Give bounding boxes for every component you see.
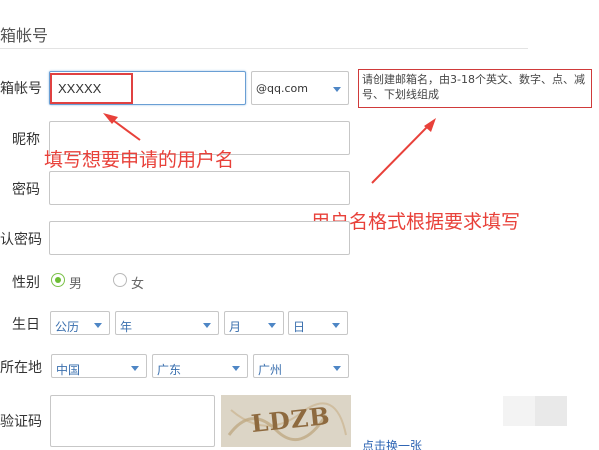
decorative-block bbox=[503, 396, 535, 426]
arrow-to-username bbox=[109, 117, 141, 141]
arrow-to-hint bbox=[371, 123, 431, 184]
decorative-block bbox=[535, 396, 567, 426]
annotation-arrows bbox=[103, 113, 436, 184]
arrow-head-hint bbox=[424, 118, 436, 132]
